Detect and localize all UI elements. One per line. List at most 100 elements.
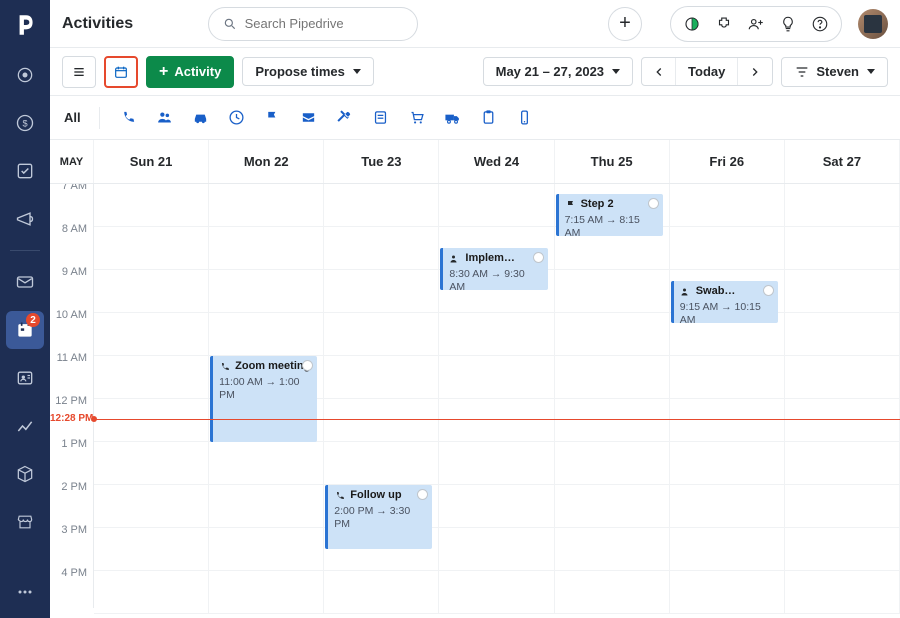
calendar-cell[interactable] (785, 227, 900, 270)
list-view-button[interactable] (62, 56, 96, 88)
filter-truck-icon[interactable] (442, 107, 464, 129)
help-icon[interactable] (809, 13, 831, 35)
calendar-cell[interactable] (785, 184, 900, 227)
filter-phone-icon[interactable] (514, 107, 536, 129)
calendar-cell[interactable] (785, 528, 900, 571)
calendar-cell[interactable] (94, 442, 209, 485)
calendar-cell[interactable] (785, 485, 900, 528)
global-search[interactable] (208, 7, 418, 41)
propose-times-button[interactable]: Propose times (242, 57, 374, 86)
calendar-cell[interactable] (670, 356, 785, 399)
calendar-cell[interactable] (555, 270, 670, 313)
calendar-cell[interactable] (324, 442, 439, 485)
filter-call-icon[interactable] (118, 107, 140, 129)
sidebar-item-mail[interactable] (6, 263, 44, 301)
calendar-cell[interactable] (785, 356, 900, 399)
calendar-cell[interactable] (785, 270, 900, 313)
calendar-cell[interactable] (785, 571, 900, 614)
event-swab[interactable]: Swab… 9:15 AM → 10:15 AM (671, 281, 778, 323)
prev-week-button[interactable] (642, 58, 676, 85)
calendar-cell[interactable] (94, 571, 209, 614)
event-zoom-meeting[interactable]: Zoom meeting 11:00 AM → 1:00 PM (210, 356, 317, 442)
date-range-selector[interactable]: May 21 – 27, 2023 (483, 57, 633, 86)
calendar-cell[interactable] (785, 313, 900, 356)
calendar-cell[interactable] (94, 227, 209, 270)
event-done-checkbox[interactable] (763, 285, 774, 296)
calendar-cell[interactable] (439, 184, 554, 227)
filter-car-icon[interactable] (190, 107, 212, 129)
calendar-cell[interactable] (555, 485, 670, 528)
day-header-sat[interactable]: Sat 27 (785, 140, 900, 183)
day-header-tue[interactable]: Tue 23 (324, 140, 439, 183)
app-logo[interactable] (12, 8, 38, 42)
filter-all[interactable]: All (64, 110, 81, 125)
calendar-cell[interactable] (324, 571, 439, 614)
calendar-cell[interactable] (94, 485, 209, 528)
calendar-cell[interactable] (439, 442, 554, 485)
theme-icon[interactable] (681, 13, 703, 35)
sidebar-more[interactable] (6, 580, 44, 618)
event-step2[interactable]: Step 2 7:15 AM → 8:15 AM (556, 194, 663, 236)
sidebar-item-products[interactable] (6, 455, 44, 493)
sidebar-item-deals[interactable]: $ (6, 104, 44, 142)
day-header-thu[interactable]: Thu 25 (555, 140, 670, 183)
today-button[interactable]: Today (676, 58, 738, 85)
next-week-button[interactable] (738, 58, 772, 85)
calendar-cell[interactable] (324, 270, 439, 313)
hint-icon[interactable] (777, 13, 799, 35)
calendar-cell[interactable] (670, 528, 785, 571)
calendar-cell[interactable] (324, 227, 439, 270)
calendar-cell[interactable] (439, 571, 554, 614)
calendar-cell[interactable] (324, 184, 439, 227)
calendar-cell[interactable] (439, 528, 554, 571)
calendar-cell[interactable] (555, 313, 670, 356)
filter-flag-icon[interactable] (262, 107, 284, 129)
calendar-cell[interactable] (209, 270, 324, 313)
add-activity-button[interactable]: +Activity (146, 56, 234, 88)
sidebar-item-campaigns[interactable] (6, 200, 44, 238)
calendar-cell[interactable] (439, 356, 554, 399)
event-done-checkbox[interactable] (417, 489, 428, 500)
filter-email-icon[interactable] (298, 107, 320, 129)
calendar-cell[interactable] (670, 184, 785, 227)
calendar-cell[interactable] (670, 227, 785, 270)
user-avatar[interactable] (858, 9, 888, 39)
filter-deadline-icon[interactable] (226, 107, 248, 129)
calendar-cell[interactable] (785, 442, 900, 485)
calendar-cell[interactable] (439, 399, 554, 442)
calendar-cell[interactable] (94, 399, 209, 442)
sidebar-item-leads[interactable] (6, 56, 44, 94)
event-done-checkbox[interactable] (302, 360, 313, 371)
calendar-cell[interactable] (670, 571, 785, 614)
calendar-body[interactable]: 7 AM8 AM9 AM10 AM11 AM12 PM1 PM2 PM3 PM4… (50, 184, 900, 618)
day-header-sun[interactable]: Sun 21 (94, 140, 209, 183)
calendar-cell[interactable] (94, 528, 209, 571)
calendar-cell[interactable] (209, 485, 324, 528)
event-done-checkbox[interactable] (648, 198, 659, 209)
calendar-cell[interactable] (439, 485, 554, 528)
event-follow-up[interactable]: Follow up 2:00 PM → 3:30 PM (325, 485, 432, 549)
filter-clipboard-icon[interactable] (478, 107, 500, 129)
calendar-cell[interactable] (670, 442, 785, 485)
invite-icon[interactable] (745, 13, 767, 35)
day-header-wed[interactable]: Wed 24 (439, 140, 554, 183)
sidebar-item-insights[interactable] (6, 407, 44, 445)
sidebar-item-projects[interactable] (6, 152, 44, 190)
calendar-cell[interactable] (209, 571, 324, 614)
calendar-cell[interactable] (670, 399, 785, 442)
sidebar-item-activities[interactable]: 2 (6, 311, 44, 349)
calendar-cell[interactable] (555, 442, 670, 485)
extension-icon[interactable] (713, 13, 735, 35)
day-header-fri[interactable]: Fri 26 (670, 140, 785, 183)
calendar-cell[interactable] (209, 442, 324, 485)
calendar-cell[interactable] (324, 399, 439, 442)
add-button[interactable]: + (608, 7, 642, 41)
calendar-cell[interactable] (670, 485, 785, 528)
calendar-cell[interactable] (439, 313, 554, 356)
calendar-cell[interactable] (555, 571, 670, 614)
event-implementation[interactable]: Implem… 8:30 AM → 9:30 AM (440, 248, 547, 290)
calendar-cell[interactable] (94, 313, 209, 356)
calendar-cell[interactable] (785, 399, 900, 442)
event-done-checkbox[interactable] (533, 252, 544, 263)
sidebar-item-contacts[interactable] (6, 359, 44, 397)
